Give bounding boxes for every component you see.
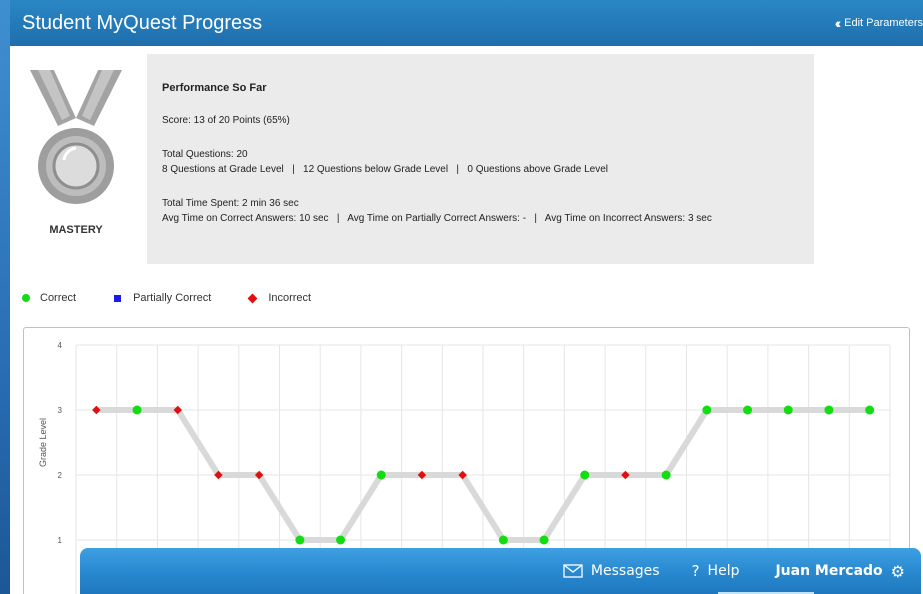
legend-partial[interactable]: Partially Correct [114, 292, 211, 304]
data-point-correct [295, 535, 305, 545]
help-button[interactable]: ? Help [692, 562, 740, 580]
data-point-correct [498, 535, 508, 545]
gear-icon[interactable]: ⚙ [891, 562, 905, 581]
data-point-correct [783, 405, 793, 415]
user-menu[interactable]: Juan Mercado ⚙ [775, 562, 905, 581]
y-tick-label: 3 [58, 406, 63, 415]
taskbar: Messages ? Help Juan Mercado ⚙ [80, 548, 921, 594]
time-block: Total Time Spent: 2 min 36 sec Avg Time … [162, 196, 814, 226]
legend-partial-label: Partially Correct [133, 292, 212, 304]
y-axis-label: Grade Level [38, 418, 48, 467]
user-name: Juan Mercado [775, 563, 883, 579]
performance-title: Performance So Far [162, 82, 267, 94]
header-bar: Student MyQuest Progress ‹‹ Edit Paramet… [10, 0, 923, 46]
performance-panel: Performance So Far Score: 13 of 20 Point… [147, 54, 814, 264]
edit-parameters-label: Edit Parameters [844, 17, 923, 29]
blue-square-icon [114, 294, 122, 302]
avg-times-text: Avg Time on Correct Answers: 10 sec | Av… [162, 213, 712, 224]
data-point-correct [376, 470, 386, 480]
legend-correct[interactable]: Correct [22, 292, 76, 304]
data-point-correct [661, 470, 671, 480]
data-point-correct [702, 405, 712, 415]
data-point-correct [824, 405, 834, 415]
data-point-correct [580, 470, 590, 480]
legend-incorrect[interactable]: Incorrect [247, 292, 312, 304]
help-label: Help [707, 563, 740, 579]
y-tick-label: 2 [58, 471, 63, 480]
data-point-correct [132, 405, 142, 415]
messages-label: Messages [590, 563, 660, 579]
data-point-correct [539, 535, 549, 545]
double-chevron-left-icon: ‹‹ [834, 15, 842, 31]
questions-block: Total Questions: 20 8 Questions at Grade… [162, 147, 814, 177]
y-tick-label: 4 [58, 341, 63, 350]
questions-breakdown-text: 8 Questions at Grade Level | 12 Question… [162, 164, 609, 175]
envelope-icon [563, 564, 583, 578]
medal-icon [30, 70, 122, 204]
progress-window: Student MyQuest Progress ‹‹ Edit Paramet… [10, 0, 923, 594]
question-mark-icon: ? [691, 562, 700, 580]
total-time-text: Total Time Spent: 2 min 36 sec [162, 198, 299, 209]
edit-parameters-button[interactable]: ‹‹ Edit Parameters [835, 15, 923, 31]
red-diamond-icon [247, 293, 258, 303]
legend-correct-label: Correct [40, 292, 77, 304]
data-point-correct [336, 535, 346, 545]
mastery-label: MASTERY [49, 224, 103, 236]
chart-legend: Correct Partially Correct Incorrect [22, 292, 349, 304]
messages-button[interactable]: Messages [563, 563, 660, 579]
page-title: Student MyQuest Progress [22, 11, 263, 34]
green-dot-icon [22, 294, 30, 302]
legend-incorrect-label: Incorrect [268, 292, 312, 304]
y-tick-label: 1 [58, 536, 63, 545]
total-questions-text: Total Questions: 20 [162, 149, 248, 160]
score-text: Score: 13 of 20 Points (65%) [162, 115, 290, 126]
data-point-correct [743, 405, 753, 415]
data-point-correct [865, 405, 875, 415]
